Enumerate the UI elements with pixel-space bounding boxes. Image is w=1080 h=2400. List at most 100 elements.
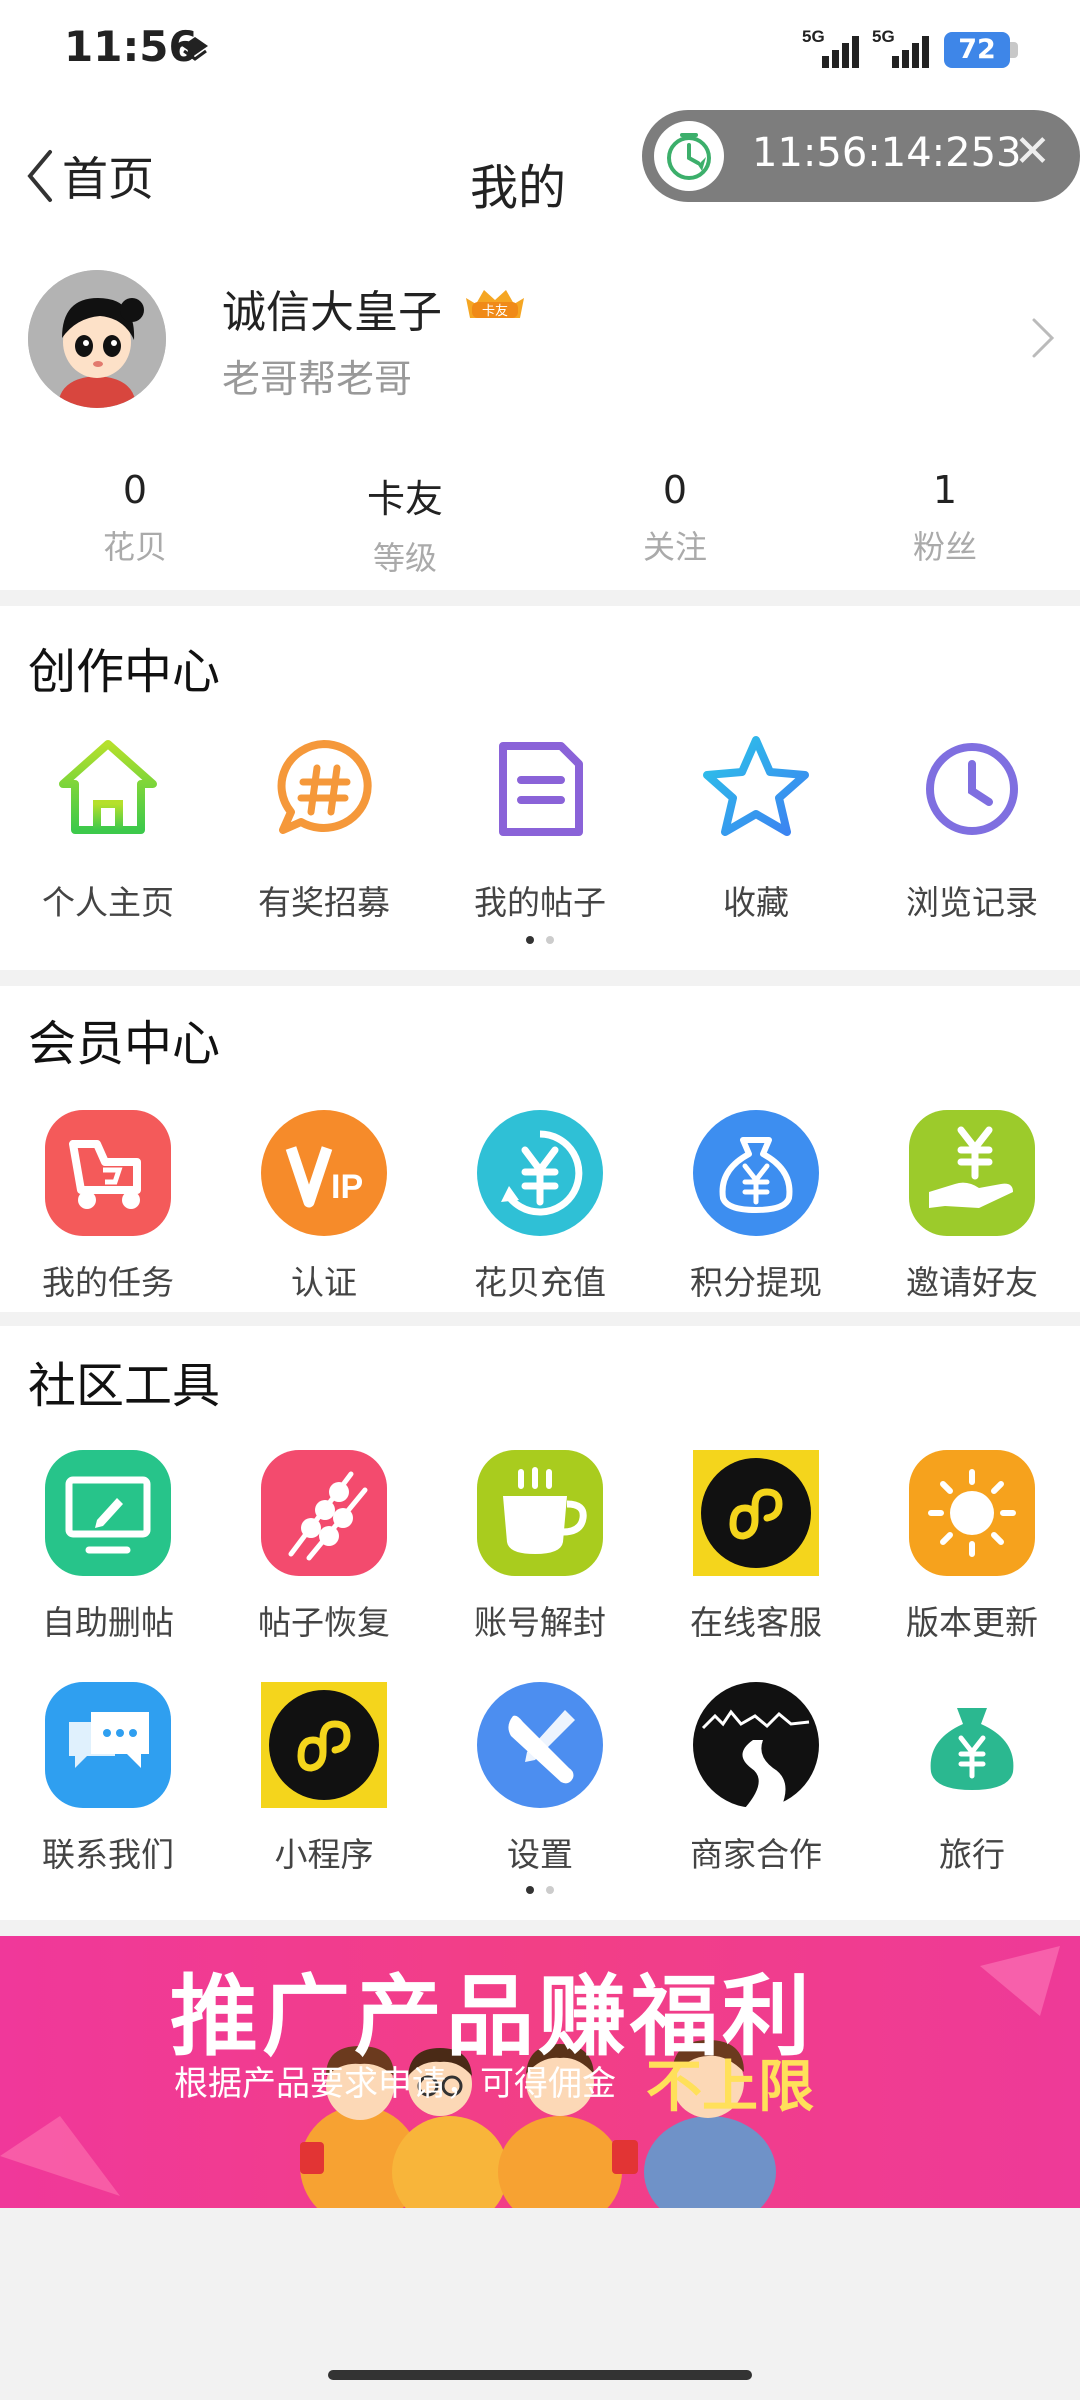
page-indicator bbox=[522, 1886, 562, 1896]
close-icon[interactable]: ✕ bbox=[1014, 126, 1051, 177]
grid-label: 收藏 bbox=[723, 883, 789, 922]
grid-item-settings[interactable]: 设置 bbox=[432, 1682, 648, 1874]
chevron-right-icon[interactable] bbox=[1030, 316, 1056, 360]
back-button[interactable]: 首页 bbox=[24, 144, 154, 208]
stat-huabei[interactable]: 0 花贝 bbox=[0, 468, 270, 568]
grid-label: 小程序 bbox=[274, 1835, 374, 1874]
section-title: 创作中心 bbox=[28, 644, 221, 700]
dot-active bbox=[526, 1886, 534, 1894]
road-mountain-icon bbox=[693, 1682, 819, 1808]
grid-item-online-service[interactable]: 在线客服 bbox=[648, 1450, 864, 1650]
signal-icon: 5G bbox=[802, 27, 859, 68]
grid-item-my-posts[interactable]: 我的帖子 bbox=[432, 726, 648, 926]
grid-item-version-update[interactable]: 版本更新 bbox=[864, 1450, 1080, 1650]
mini-program-icon bbox=[261, 1682, 387, 1808]
grid-item-certification[interactable]: IP 认证 bbox=[216, 1110, 432, 1302]
star-icon bbox=[703, 736, 809, 836]
status-bar: 11:56 5G 5G 72 bbox=[0, 0, 1080, 100]
grid-label: 我的帖子 bbox=[474, 883, 606, 922]
chevron-left-icon bbox=[27, 150, 52, 202]
hashtag-bubble-icon bbox=[277, 740, 372, 834]
profile-card[interactable]: 诚信大皇子 卡友 老哥帮老哥 0 花贝 卡友 等级 0 关注 1 粉丝 bbox=[0, 250, 1080, 590]
stat-label: 粉丝 bbox=[912, 528, 977, 566]
grid-label: 版本更新 bbox=[906, 1603, 1038, 1642]
house-icon bbox=[59, 740, 157, 834]
stat-following[interactable]: 0 关注 bbox=[540, 468, 810, 568]
grid-label: 花贝充值 bbox=[474, 1263, 606, 1302]
stat-fans[interactable]: 1 粉丝 bbox=[810, 468, 1080, 568]
money-bag-icon bbox=[930, 1708, 1014, 1790]
grid-label: 浏览记录 bbox=[906, 883, 1038, 922]
grid-item-homepage[interactable]: 个人主页 bbox=[0, 726, 216, 926]
document-icon bbox=[499, 742, 583, 836]
banner-subtitle: 根据产品要求申请，可得佣金 bbox=[174, 2064, 616, 2104]
grid-label: 旅行 bbox=[939, 1835, 1005, 1874]
coffee-cup-icon bbox=[477, 1450, 603, 1576]
grid-item-favorites[interactable]: 收藏 bbox=[648, 726, 864, 926]
user-subtitle: 老哥帮老哥 bbox=[222, 357, 413, 401]
grid-label: 帖子恢复 bbox=[258, 1603, 390, 1642]
grid-item-self-delete[interactable]: 自助删帖 bbox=[0, 1450, 216, 1650]
chat-bubbles-icon bbox=[45, 1682, 171, 1808]
avatar-cartoon-icon bbox=[28, 270, 166, 408]
stopwatch-icon bbox=[654, 121, 724, 191]
back-label: 首页 bbox=[62, 152, 154, 206]
grid-item-history[interactable]: 浏览记录 bbox=[864, 726, 1080, 926]
grid-item-contact-us[interactable]: 联系我们 bbox=[0, 1682, 216, 1874]
grid-label: 账号解封 bbox=[474, 1603, 606, 1642]
grid-label: 我的任务 bbox=[42, 1263, 174, 1302]
page-indicator bbox=[522, 936, 562, 946]
grid-label: 自助删帖 bbox=[42, 1603, 174, 1642]
svg-text:5G: 5G bbox=[802, 27, 825, 46]
timer-text: 11:56:14:253 bbox=[752, 130, 1022, 176]
stat-value: 0 bbox=[122, 468, 148, 512]
avatar[interactable] bbox=[28, 270, 166, 408]
stat-label: 等级 bbox=[372, 539, 437, 577]
stat-value: 0 bbox=[662, 468, 688, 512]
grid-label: 商家合作 bbox=[690, 1835, 822, 1874]
stat-value: 卡友 bbox=[366, 477, 443, 521]
grid-item-travel[interactable]: 旅行 bbox=[864, 1682, 1080, 1874]
monitor-edit-icon bbox=[45, 1450, 171, 1576]
promo-banner[interactable]: 推广产品赚福利 根据产品要求申请，可得佣金 不上限 bbox=[0, 1936, 1080, 2208]
stat-label: 花贝 bbox=[102, 528, 167, 566]
grid-label: 有奖招募 bbox=[258, 883, 390, 922]
home-indicator[interactable] bbox=[328, 2370, 752, 2380]
grid-item-my-tasks[interactable]: 我的任务 bbox=[0, 1110, 216, 1302]
skewers-icon bbox=[261, 1450, 387, 1576]
grid-item-business-cooperation[interactable]: 商家合作 bbox=[648, 1682, 864, 1874]
grid-item-account-unban[interactable]: 账号解封 bbox=[432, 1450, 648, 1650]
section-title: 会员中心 bbox=[28, 1016, 221, 1072]
grid-label: 联系我们 bbox=[42, 1835, 174, 1874]
grid-item-invite[interactable]: 邀请好友 bbox=[864, 1110, 1080, 1302]
banner-accent: 不上限 bbox=[646, 2055, 814, 2120]
mini-program-icon bbox=[693, 1450, 819, 1576]
dot-inactive bbox=[546, 1886, 554, 1894]
badge-label: 卡友 bbox=[482, 303, 508, 319]
dot-active bbox=[526, 936, 534, 944]
creation-center-section: 创作中心 个人主页 有奖招募 我的帖子 收藏 浏览记录 bbox=[0, 606, 1080, 970]
clock-icon bbox=[926, 743, 1018, 835]
grid-item-recharge[interactable]: 花贝充值 bbox=[432, 1110, 648, 1302]
member-center-section: 会员中心 我的任务 IP 认证 花贝充值 积分提现 邀请好友 bbox=[0, 986, 1080, 1312]
community-tools-section: 社区工具 自助删帖 帖子恢复 账号解封 在线客服 版本更新 联系我们 小程序 设… bbox=[0, 1326, 1080, 1920]
hand-yuan-icon bbox=[909, 1110, 1035, 1236]
vip-icon: IP bbox=[261, 1110, 387, 1236]
grid-label: 在线客服 bbox=[690, 1603, 822, 1642]
sun-icon bbox=[909, 1450, 1035, 1576]
dot-inactive bbox=[546, 936, 554, 944]
grid-label: 认证 bbox=[291, 1263, 357, 1302]
grid-item-recruit[interactable]: 有奖招募 bbox=[216, 726, 432, 926]
yuan-refresh-icon bbox=[477, 1110, 603, 1236]
floating-timer[interactable]: 11:56:14:253 ✕ bbox=[642, 110, 1080, 202]
grid-label: 积分提现 bbox=[690, 1263, 822, 1302]
scooter-icon bbox=[45, 1110, 171, 1236]
signal-icon: 5G bbox=[872, 27, 929, 68]
grid-item-mini-program[interactable]: 小程序 bbox=[216, 1682, 432, 1874]
page-title: 我的 bbox=[470, 160, 567, 216]
grid-item-post-restore[interactable]: 帖子恢复 bbox=[216, 1450, 432, 1650]
grid-item-withdraw[interactable]: 积分提现 bbox=[648, 1110, 864, 1302]
battery-tip bbox=[1010, 42, 1018, 58]
stat-level[interactable]: 卡友 等级 bbox=[270, 468, 540, 579]
layers-icon bbox=[182, 37, 208, 61]
